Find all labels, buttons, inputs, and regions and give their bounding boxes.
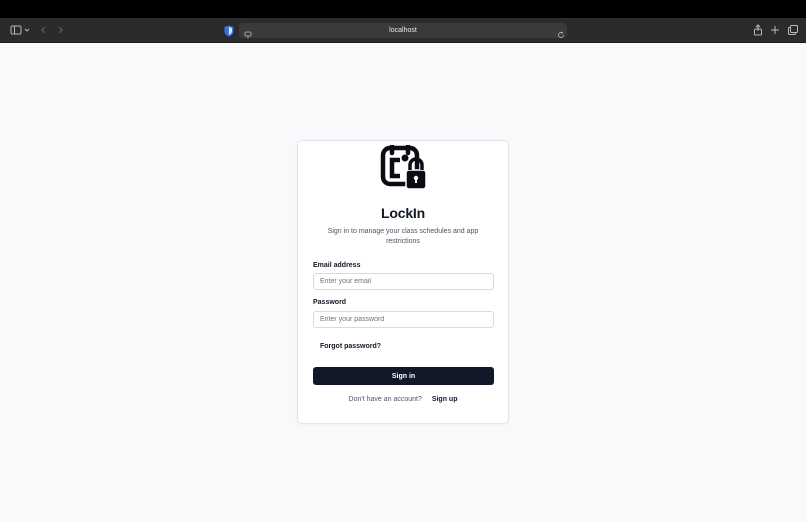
email-input[interactable]	[313, 273, 494, 290]
shield-icon[interactable]	[224, 24, 234, 37]
signup-footer: Don't have an account? Sign up	[298, 396, 508, 403]
app-subtitle: Sign in to manage your class schedules a…	[327, 228, 479, 245]
forgot-password-link[interactable]: Forgot password?	[320, 343, 381, 350]
password-input[interactable]	[313, 311, 494, 328]
app-title: LockIn	[381, 205, 425, 221]
calendar-lock-icon	[380, 143, 428, 191]
sign-in-button[interactable]: Sign in	[313, 367, 494, 385]
signup-prompt: Don't have an account?	[348, 396, 422, 403]
page-icon[interactable]	[244, 26, 252, 39]
address-url[interactable]: localhost	[239, 23, 567, 38]
chevron-down-icon[interactable]	[23, 24, 31, 36]
address-bar[interactable]: localhost	[239, 23, 567, 38]
chevron-left-icon[interactable]	[38, 24, 50, 36]
password-label: Password	[313, 299, 347, 306]
share-icon[interactable]	[752, 24, 764, 36]
sidebar-icon[interactable]	[10, 24, 22, 36]
login-card: LockIn Sign in to manage your class sche…	[297, 140, 509, 424]
reload-icon[interactable]	[557, 26, 565, 38]
email-label: Email address	[313, 262, 361, 269]
sign-up-link[interactable]: Sign up	[432, 396, 458, 403]
plus-icon[interactable]	[769, 24, 781, 36]
top-bar	[0, 0, 806, 18]
chevron-right-icon[interactable]	[54, 24, 66, 36]
tabs-icon[interactable]	[787, 24, 799, 36]
